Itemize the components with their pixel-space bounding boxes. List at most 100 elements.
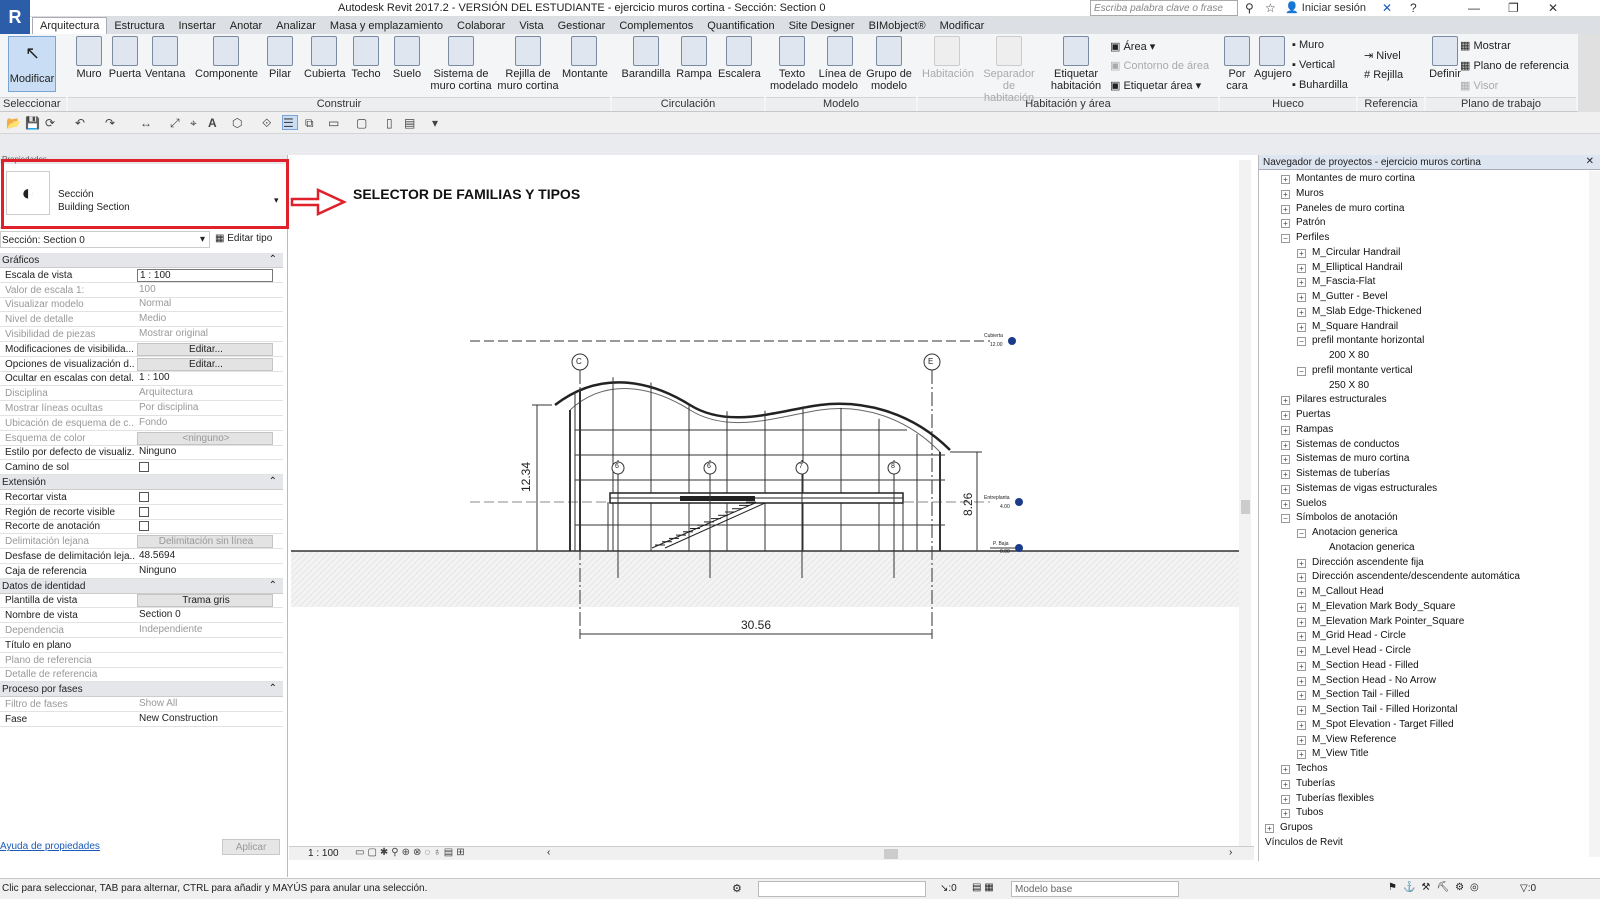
browser-tree-item[interactable]: + M_Elevation Mark Pointer_Square [1297, 616, 1464, 627]
search-input[interactable]: Escriba palabra clave o frase [1090, 0, 1238, 16]
reference-plane-button[interactable]: ▦ Plano de referencia [1460, 59, 1569, 72]
editable-only-icon[interactable]: ↘:0 [940, 883, 957, 894]
star-icon[interactable]: ☆ [1265, 1, 1276, 15]
habitación-button[interactable]: Habitación [922, 36, 974, 80]
property-value[interactable]: Ninguno [137, 565, 273, 578]
view-control-icons[interactable]: ▭▢✱⚲⊕⊗◌♁▤⊞ [355, 847, 468, 858]
open-icon[interactable]: 📂 [6, 116, 21, 130]
tab-arquitectura[interactable]: Arquitectura [32, 17, 108, 34]
close-icon[interactable]: ✕ [1586, 156, 1594, 167]
muro-button[interactable]: Muro [72, 36, 106, 80]
tab-analizar[interactable]: Analizar [269, 18, 323, 35]
por-cara-button[interactable]: Por cara [1222, 36, 1252, 92]
property-value[interactable]: Show All [137, 698, 273, 711]
expand-icon[interactable]: + [1297, 750, 1306, 760]
customize-qat-icon[interactable]: ▾ [432, 116, 438, 130]
browser-tree-item[interactable]: + M_Circular Handrail [1297, 247, 1400, 258]
línea-de-modelo-button[interactable]: Línea de modelo [818, 36, 862, 92]
browser-tree-item[interactable]: + Pilares estructurales [1281, 394, 1387, 406]
drawing-area[interactable]: ▭ ▣ ✕ [289, 155, 1497, 860]
expand-icon[interactable]: + [1265, 824, 1274, 833]
expand-icon[interactable]: + [1281, 809, 1290, 819]
workset-dropdown[interactable] [758, 881, 926, 897]
switch-windows-icon[interactable]: ▭ [328, 116, 339, 130]
tab-masa-y-emplazamiento[interactable]: Masa y emplazamiento [323, 18, 450, 35]
browser-tree-item[interactable]: + Tubos [1281, 807, 1323, 819]
tab-complementos[interactable]: Complementos [612, 18, 700, 35]
expand-icon[interactable]: + [1297, 706, 1306, 715]
rampa-button[interactable]: Rampa [676, 36, 712, 80]
checkbox[interactable] [139, 491, 149, 502]
expand-icon[interactable]: + [1297, 676, 1306, 686]
browser-tree-item[interactable]: 200 X 80 [1329, 350, 1369, 361]
browser-tree-item[interactable]: − prefil montante horizontal [1297, 335, 1424, 347]
modify-button[interactable]: ↖ Modificar [8, 36, 56, 92]
browser-tree-item[interactable]: 250 X 80 [1329, 380, 1369, 391]
minimize-button[interactable]: — [1468, 1, 1480, 15]
expand-icon[interactable]: + [1297, 558, 1306, 568]
expand-icon[interactable]: + [1281, 219, 1290, 229]
worksharing-icon[interactable]: ⚙ [732, 882, 742, 895]
rejilla-de-muro-cortina-button[interactable]: Rejilla de muro cortina [496, 36, 560, 92]
browser-tree-item[interactable]: + Muros [1281, 188, 1324, 199]
expand-icon[interactable]: + [1281, 425, 1290, 435]
browser-tree-item[interactable]: + Sistemas de muro cortina [1281, 453, 1409, 465]
tab-quantification[interactable]: Quantification [700, 18, 781, 35]
expand-icon[interactable]: + [1281, 794, 1290, 804]
browser-tree-item[interactable]: + Sistemas de vigas estructurales [1281, 483, 1437, 494]
help-icon[interactable]: ? [1410, 1, 1417, 15]
ventana-button[interactable]: Ventana [145, 36, 185, 80]
expand-icon[interactable]: + [1297, 632, 1306, 642]
tab-estructura[interactable]: Estructura [107, 18, 171, 35]
vertical-scrollbar-thumb[interactable] [1241, 500, 1250, 514]
texto-modelado-button[interactable]: Texto modelado [770, 36, 818, 92]
property-value[interactable] [137, 461, 273, 474]
sync-icon[interactable]: ⟳ [45, 116, 55, 130]
expand-icon[interactable]: + [1297, 691, 1306, 701]
browser-tree-item[interactable]: Vínculos de Revit [1265, 837, 1343, 848]
expand-icon[interactable]: + [1297, 602, 1306, 612]
expand-icon[interactable]: + [1281, 204, 1290, 214]
browser-tree-item[interactable]: + Sistemas de conductos [1281, 439, 1399, 450]
property-value[interactable] [137, 520, 273, 533]
checkbox[interactable] [139, 462, 149, 473]
expand-icon[interactable]: + [1297, 661, 1306, 671]
collapse-icon[interactable]: − [1297, 366, 1306, 376]
tag-icon[interactable]: ⌖ [190, 116, 197, 131]
expand-icon[interactable]: + [1281, 189, 1290, 199]
sistema-de-muro-cortina-button[interactable]: Sistema de muro cortina [428, 36, 494, 92]
browser-tree-item[interactable]: + M_Grid Head - Circle [1297, 630, 1406, 642]
separador-de-habitación-button[interactable]: Separador de habitación [978, 36, 1040, 104]
definir-button[interactable]: Definir [1428, 36, 1462, 80]
expand-icon[interactable]: + [1281, 175, 1290, 184]
property-value[interactable]: Ninguno [137, 446, 273, 459]
tab-vista[interactable]: Vista [512, 18, 550, 35]
browser-scrollbar[interactable] [1589, 171, 1600, 857]
expand-icon[interactable]: + [1297, 293, 1306, 302]
scroll-left-icon[interactable]: ‹ [547, 847, 550, 858]
expand-icon[interactable]: + [1297, 248, 1306, 258]
checkbox[interactable] [139, 506, 149, 517]
tab-insertar[interactable]: Insertar [171, 18, 222, 35]
browser-tree-item[interactable]: + Montantes de muro cortina [1281, 173, 1415, 184]
browser-tree-item[interactable]: + M_Section Tail - Filled Horizontal [1297, 704, 1457, 715]
browser-tree-item[interactable]: + Sistemas de tuberías [1281, 468, 1390, 479]
tab-modificar[interactable]: Modificar [933, 18, 992, 35]
browser-tree-item[interactable]: + Grupos [1265, 822, 1313, 833]
sign-in-button[interactable]: 👤 Iniciar sesión [1285, 1, 1366, 14]
grid-button[interactable]: # Rejilla [1364, 69, 1403, 81]
property-value[interactable] [137, 639, 273, 652]
vertical-scrollbar[interactable] [1239, 160, 1251, 846]
property-value[interactable]: Arquitectura [137, 387, 273, 400]
property-value[interactable] [137, 491, 273, 504]
browser-tree-item[interactable]: + Dirección ascendente fija [1297, 557, 1424, 568]
expand-icon[interactable]: + [1297, 735, 1306, 745]
show-workplane-button[interactable]: ▦ Mostrar [1460, 39, 1511, 52]
restore-button[interactable]: ❐ [1508, 1, 1519, 15]
browser-tree-item[interactable]: + Tuberías [1281, 778, 1335, 789]
window-icon[interactable]: ▤ [404, 116, 415, 130]
expand-icon[interactable]: + [1297, 647, 1306, 656]
expand-icon[interactable]: + [1281, 470, 1290, 479]
property-value[interactable]: Por disciplina [137, 402, 273, 415]
tab-gestionar[interactable]: Gestionar [551, 18, 613, 35]
